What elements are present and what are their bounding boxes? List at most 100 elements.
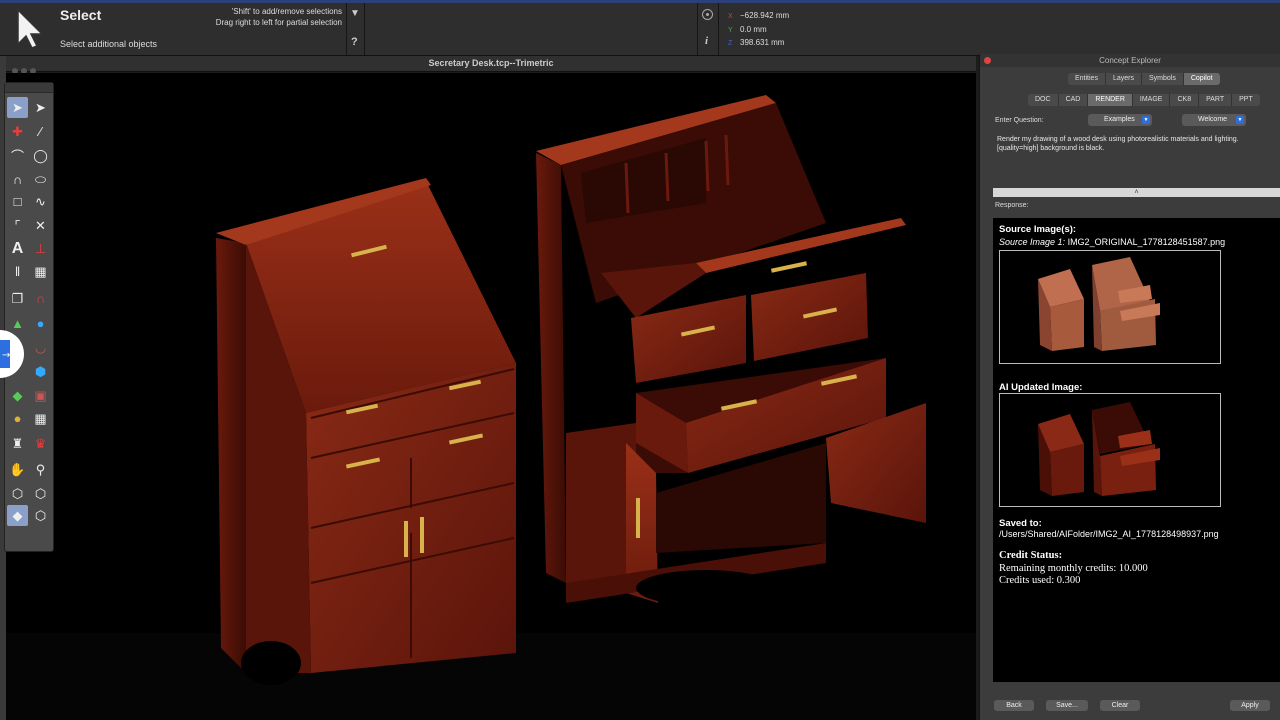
subtab-part[interactable]: PART [1199, 94, 1233, 106]
zoom-magnifier-icon[interactable]: ⚲ [30, 459, 51, 480]
document-title: Secretary Desk.tcp--Trimetric [428, 58, 554, 68]
corner-tool-icon[interactable]: ⌜ [7, 215, 28, 236]
coord-z[interactable]: Z 398.631 mm [728, 38, 784, 47]
document-title-bar: Secretary Desk.tcp--Trimetric [6, 56, 976, 74]
source-caption-file: IMG2_ORIGINAL_1778128451587.png [1067, 237, 1226, 247]
circle-tool-icon[interactable]: ◯ [30, 145, 51, 166]
crosshair-icon[interactable] [702, 9, 713, 20]
wall-tool-icon[interactable]: ‖ [7, 261, 28, 282]
back-button[interactable]: Back [994, 700, 1034, 711]
hint-line-2: Drag right to left for partial selection [215, 18, 342, 27]
panel-tabs: Entities Layers Symbols Copilot [1068, 73, 1220, 85]
text-tool-icon[interactable]: A [7, 238, 28, 259]
coord-y[interactable]: Y 0.0 mm [728, 25, 767, 34]
panel-close-icon[interactable] [984, 57, 991, 64]
spline-tool-icon[interactable]: ∿ [30, 191, 51, 212]
save-button[interactable]: Save... [1046, 700, 1088, 711]
rendered-desk-scene [6, 95, 976, 720]
concept-explorer-panel: Concept Explorer Entities Layers Symbols… [979, 54, 1280, 720]
info-icon[interactable]: i [705, 35, 708, 47]
ai-updated-heading: AI Updated Image: [999, 382, 1083, 393]
apply-button[interactable]: Apply [1230, 700, 1270, 711]
point-tool-icon[interactable]: ✚ [7, 121, 28, 142]
closed-desk [216, 178, 516, 685]
subtab-cad[interactable]: CAD [1058, 94, 1089, 106]
ai-image-thumbnail[interactable] [999, 393, 1221, 507]
line-tool-icon[interactable]: ∕ [30, 121, 51, 142]
hatch-tool-icon[interactable]: ▦ [30, 261, 51, 282]
welcome-dropdown[interactable]: Welcome ▼ [1182, 114, 1246, 126]
subtab-render[interactable]: RENDER [1088, 94, 1133, 106]
view-cube-iso-icon[interactable]: ⬡ [7, 483, 28, 504]
tab-layers[interactable]: Layers [1105, 73, 1142, 85]
camera-tool-icon[interactable]: ♜ [7, 433, 28, 454]
pan-hand-icon[interactable]: ✋ [7, 459, 28, 480]
tool-name: Select [60, 7, 102, 23]
side-panel-toggle[interactable]: → [0, 330, 32, 378]
question-textarea[interactable]: Render my drawing of a wood desk using p… [993, 131, 1280, 188]
source-images-heading: Source Image(s): [999, 224, 1077, 235]
coord-z-axis: Z [728, 40, 733, 47]
credit-status-heading: Credit Status: [999, 550, 1063, 561]
chevron-updown-icon: ▼ [1142, 116, 1150, 124]
torus-tool-icon[interactable]: ◡ [30, 337, 51, 358]
sphere-tool-icon[interactable]: ● [30, 313, 51, 334]
source-desk-thumbnail-drawing [1038, 257, 1160, 351]
triangle-down-icon[interactable]: ▼ [350, 8, 362, 20]
welcome-dropdown-value: Welcome [1198, 116, 1228, 123]
credits-used: Credits used: 0.300 [999, 575, 1081, 586]
toolbox-grip[interactable] [5, 83, 53, 93]
response-area[interactable]: Source Image(s): Source Image 1: IMG2_OR… [993, 218, 1280, 682]
rectangle-tool-icon[interactable]: □ [7, 191, 28, 212]
trim-tool-icon[interactable]: ✕ [30, 215, 51, 236]
title-accent-line [0, 0, 1280, 3]
ellipse-tool-icon[interactable]: ⬭ [30, 169, 51, 190]
magnet-tool-icon[interactable]: ∩ [30, 288, 51, 309]
saved-to-heading: Saved to: [999, 518, 1042, 529]
dimension-tool-icon[interactable]: ⊥ [30, 238, 51, 259]
curve-tool-icon[interactable]: ∩ [7, 169, 28, 190]
copy-tool-icon[interactable]: ❐ [7, 288, 28, 309]
render-viewport[interactable] [6, 73, 976, 720]
select-arrow-icon[interactable] [12, 8, 48, 50]
saved-path: /Users/Shared/AIFolder/IMG2_AI_177812849… [999, 529, 1219, 539]
coord-x[interactable]: X −628.942 mm [728, 11, 789, 20]
help-icon[interactable]: ? [351, 36, 358, 48]
clear-button[interactable]: Clear [1100, 700, 1140, 711]
collapse-divider[interactable]: ˄ [993, 188, 1280, 197]
open-desk [536, 95, 926, 606]
app-window: Select Select additional objects 'Shift'… [0, 0, 1280, 720]
tab-entities[interactable]: Entities [1068, 73, 1106, 85]
coord-y-value: 0.0 mm [740, 25, 767, 34]
material-tool-icon[interactable]: ● [7, 408, 28, 429]
subtab-ck8[interactable]: CK8 [1170, 94, 1200, 106]
view-cube-front-icon[interactable]: ⬡ [30, 505, 51, 526]
coord-y-axis: Y [728, 27, 733, 34]
subtab-ppt[interactable]: PPT [1232, 94, 1260, 106]
light-tool-icon[interactable]: ♛ [30, 433, 51, 454]
select-tool-icon[interactable]: ➤ [7, 97, 28, 118]
layout-tool-icon[interactable]: ▦ [30, 408, 51, 429]
enter-question-label: Enter Question: [995, 117, 1044, 124]
subtab-doc[interactable]: DOC [1028, 94, 1059, 106]
tab-copilot[interactable]: Copilot [1183, 73, 1220, 85]
toolbar-separator [364, 3, 365, 55]
remaining-credits: Remaining monthly credits: 10.000 [999, 563, 1148, 574]
select-arrow-tool-icon[interactable]: ➤ [30, 97, 51, 118]
extrude-tool-icon[interactable]: ◆ [7, 385, 28, 406]
toolbar-separator [718, 3, 719, 55]
chevron-updown-icon: ▼ [1236, 116, 1244, 124]
ai-desk-thumbnail-drawing [1038, 402, 1160, 496]
render-mode-icon[interactable]: ◆ [7, 505, 28, 526]
examples-dropdown-value: Examples [1104, 116, 1135, 123]
source-image-thumbnail[interactable] [999, 250, 1221, 364]
boolean-tool-icon[interactable]: ▣ [30, 385, 51, 406]
view-cube-top-icon[interactable]: ⬡ [30, 483, 51, 504]
top-toolbar: Select Select additional objects 'Shift'… [0, 0, 1280, 56]
box-tool-icon[interactable]: ⬢ [30, 361, 51, 382]
tab-symbols[interactable]: Symbols [1141, 73, 1184, 85]
tool-subtitle: Select additional objects [60, 39, 158, 49]
examples-dropdown[interactable]: Examples ▼ [1088, 114, 1152, 126]
subtab-image[interactable]: IMAGE [1132, 94, 1171, 106]
arc-tool-icon[interactable]: ⌒ [7, 145, 28, 166]
